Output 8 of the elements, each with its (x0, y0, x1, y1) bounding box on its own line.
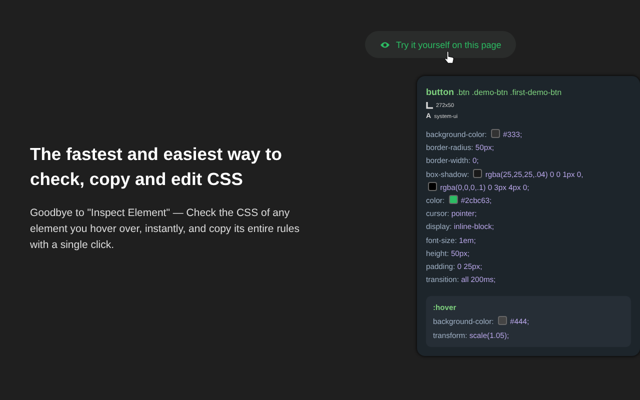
ruler-icon (426, 102, 433, 109)
element-tag: button (426, 87, 454, 97)
description: Goodbye to "Inspect Element" — Check the CSS of any element you hover over, instantly, and copy its entire rules with a single click. (30, 206, 300, 253)
element-classes: .btn .demo-btn .first-demo-btn (456, 88, 562, 97)
headline: The fastest and easiest way to check, copy and edit CSS (30, 143, 283, 191)
hand-cursor-icon (444, 51, 455, 64)
eye-icon (380, 40, 390, 48)
try-it-button[interactable]: Try it yourself on this page (365, 31, 516, 58)
